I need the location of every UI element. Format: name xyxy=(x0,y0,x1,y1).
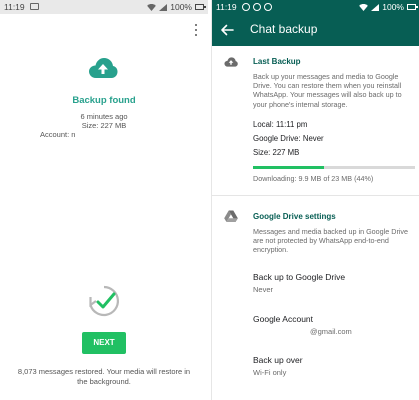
setting-title: Back up to Google Drive xyxy=(253,272,346,282)
status-right: 100% xyxy=(147,2,206,12)
restore-status-text: 8,073 messages restored. Your media will… xyxy=(17,367,191,386)
setting-value: Never xyxy=(253,285,274,294)
battery-text: 100% xyxy=(382,2,404,12)
whatsapp-notification-icon xyxy=(253,3,261,11)
back-arrow-icon[interactable] xyxy=(220,23,234,37)
whatsapp-notification-icon xyxy=(264,3,272,11)
battery-text: 100% xyxy=(170,2,192,12)
backup-found-title: Backup found xyxy=(72,95,136,106)
cloud-upload-icon xyxy=(224,57,238,67)
battery-icon xyxy=(195,4,206,10)
next-button[interactable]: NEXT xyxy=(82,332,126,354)
backup-size: Size: 227 MB xyxy=(253,148,300,157)
drive-settings-title: Google Drive settings xyxy=(253,212,336,221)
drive-backup-time: Google Drive: Never xyxy=(253,134,324,143)
setting-value: Wi-Fi only xyxy=(253,368,287,377)
status-time: 11:19 xyxy=(216,2,237,12)
status-time: 11:19 xyxy=(4,2,25,12)
google-drive-icon xyxy=(224,210,238,222)
status-right: 100% xyxy=(359,2,418,12)
app-bar: Chat backup xyxy=(212,14,419,46)
battery-icon xyxy=(407,4,418,10)
drive-settings-description: Messages and media backed up in Google D… xyxy=(253,227,409,255)
last-backup-description: Back up your messages and media to Googl… xyxy=(253,72,402,109)
page-title: Chat backup xyxy=(250,22,318,36)
last-backup-title: Last Backup xyxy=(253,57,301,66)
download-progress-bar xyxy=(253,166,415,169)
cloud-upload-icon xyxy=(89,58,118,78)
setting-title: Google Account xyxy=(253,314,314,324)
signal-icon xyxy=(371,3,380,11)
more-vert-icon[interactable] xyxy=(194,24,198,36)
status-bar: 11:19 100% xyxy=(0,0,208,14)
local-backup-time: Local: 11:11 pm xyxy=(253,120,308,129)
signal-icon xyxy=(159,3,168,11)
section-divider xyxy=(212,195,419,196)
whatsapp-notification-icon xyxy=(242,3,250,11)
backup-size: Size: 227 MB xyxy=(81,121,127,130)
setting-value: @gmail.com xyxy=(310,327,352,336)
backup-time: 6 minutes ago xyxy=(80,112,128,121)
notification-icons xyxy=(242,3,272,11)
restore-check-icon xyxy=(89,285,120,317)
backup-account: Account: n xyxy=(40,130,76,139)
image-notification-icon xyxy=(30,3,39,10)
download-progress-fill xyxy=(253,166,325,169)
restore-screen: 11:19 100% Backup found 6 minutes ago Si… xyxy=(0,0,208,400)
wifi-icon xyxy=(359,3,369,11)
downloading-status: Downloading: 9.9 MB of 23 MB (44%) xyxy=(253,174,374,183)
setting-title: Back up over xyxy=(253,355,303,365)
status-bar: 11:19 100% xyxy=(212,0,419,14)
wifi-icon xyxy=(147,3,157,11)
chat-backup-screen: 11:19 100% Chat backup Last Backup Back … xyxy=(211,0,419,400)
